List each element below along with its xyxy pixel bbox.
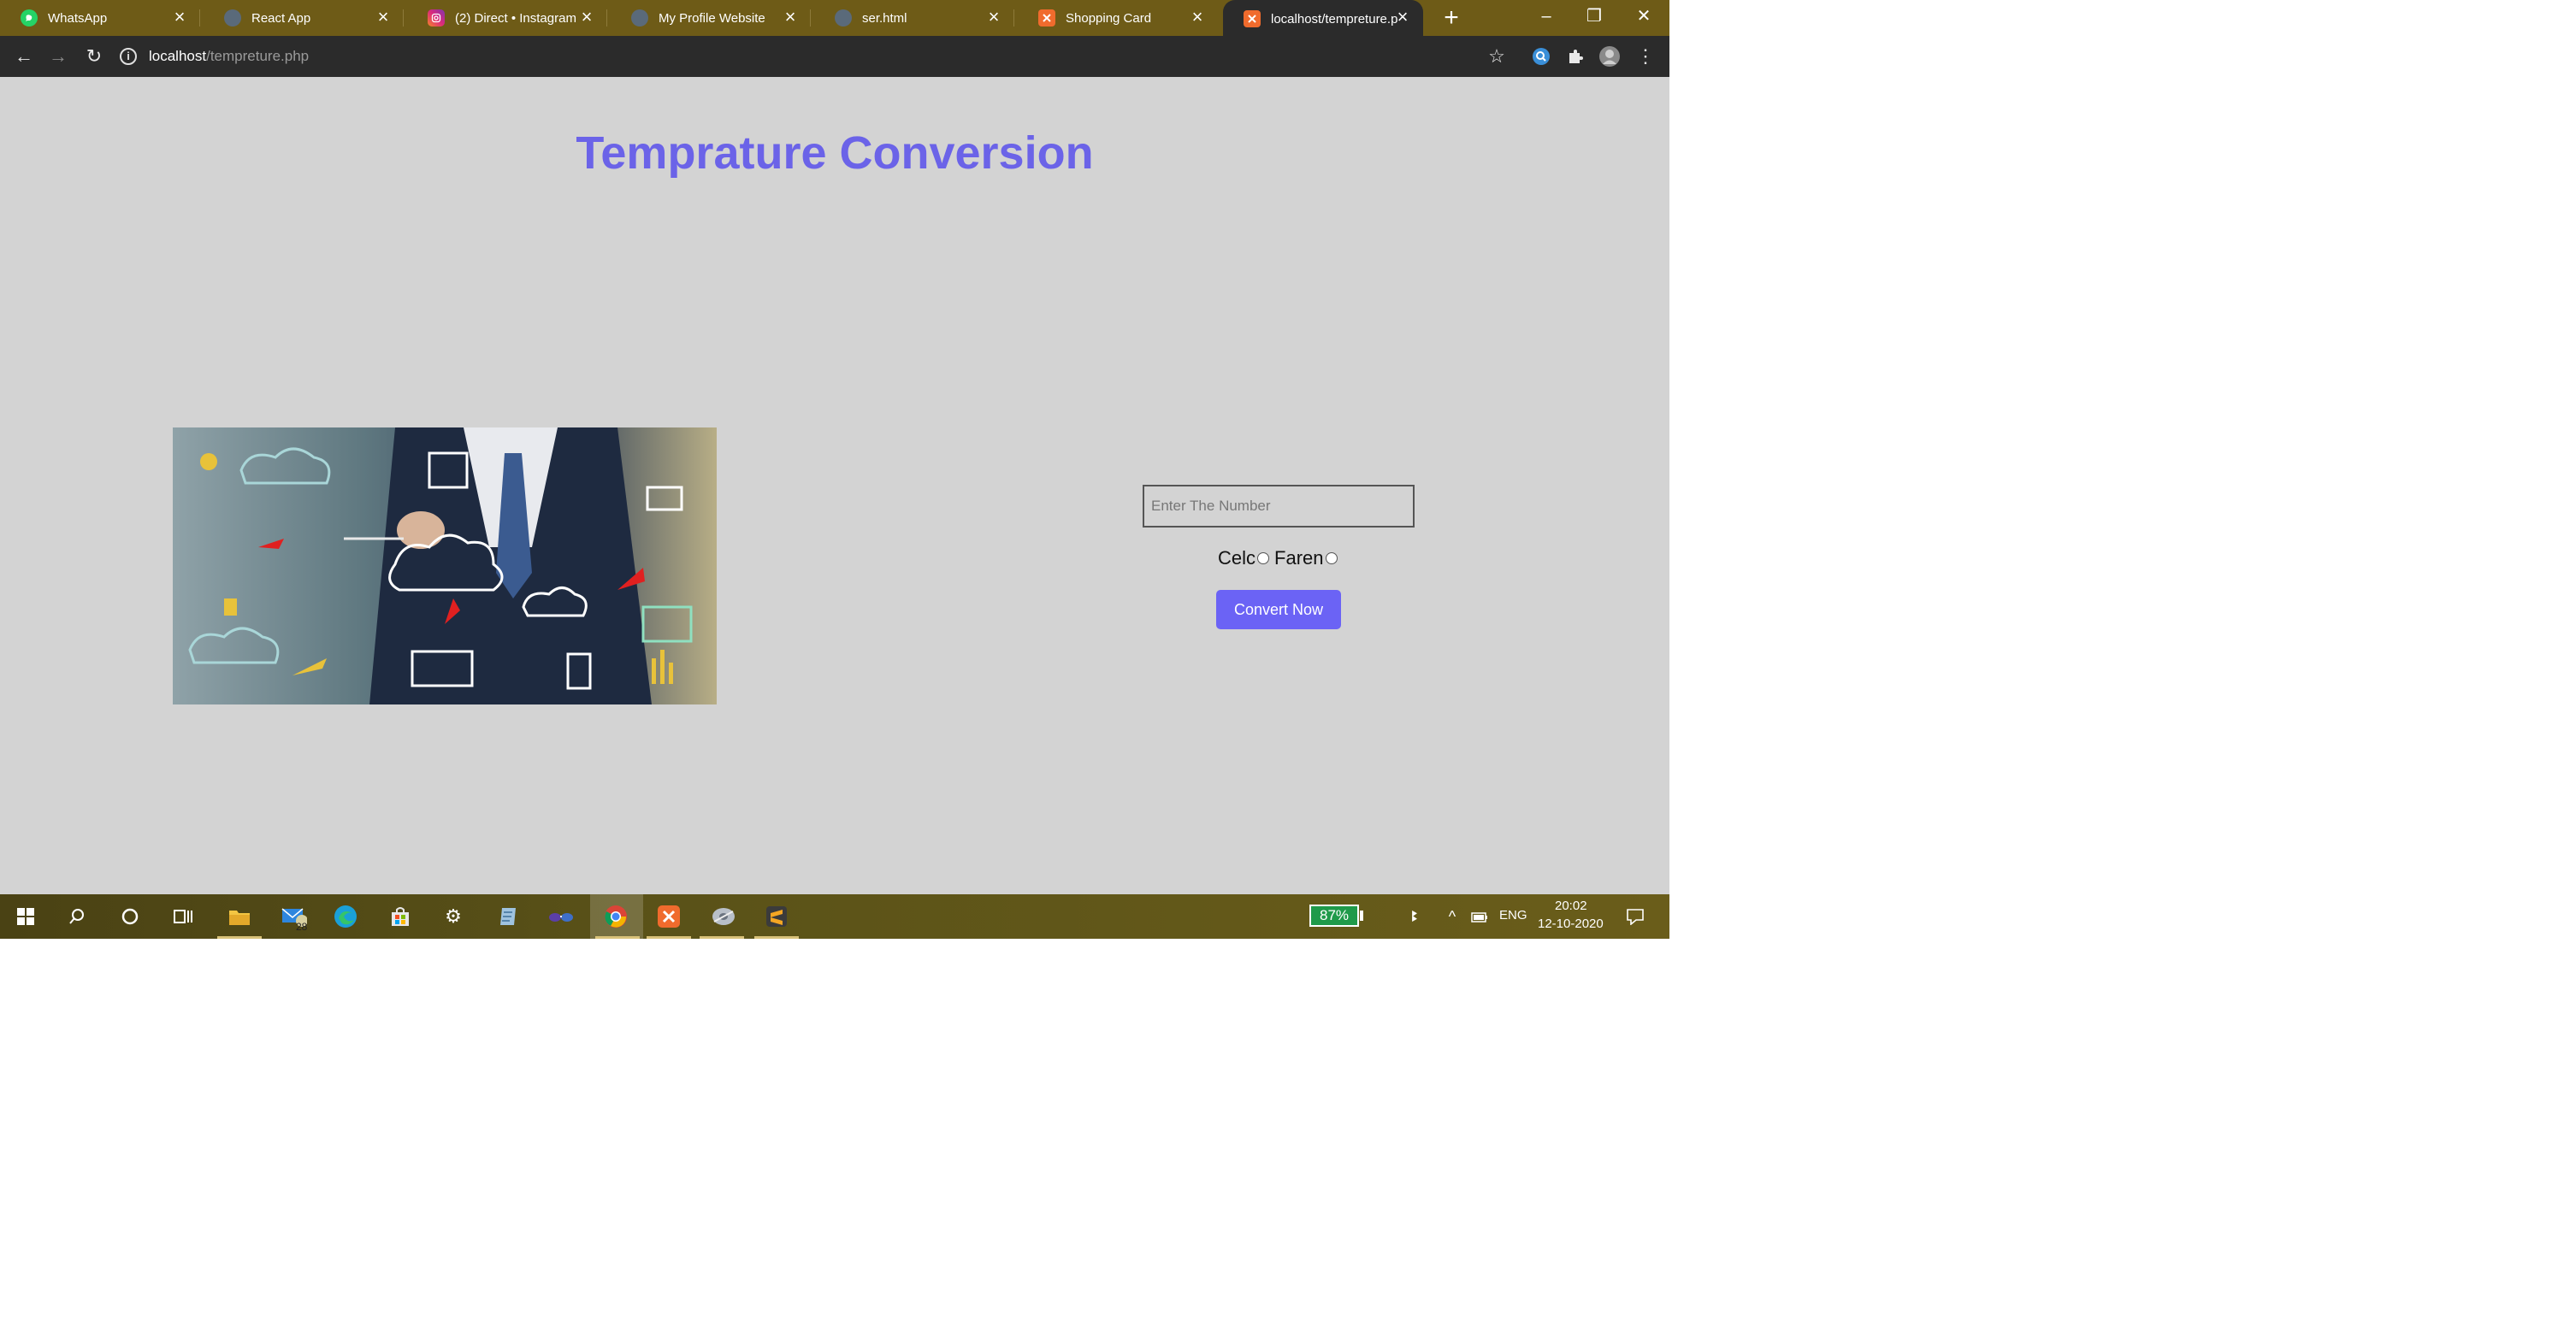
tab-separator	[810, 9, 811, 27]
tab-react-app[interactable]: React App ×	[204, 0, 404, 36]
tab-localhost-active[interactable]: localhost/tempreture.p ×	[1223, 0, 1423, 38]
tab-separator	[1013, 9, 1014, 27]
tab-separator	[606, 9, 607, 27]
file-explorer-icon[interactable]	[224, 901, 255, 932]
cortana-icon[interactable]	[115, 901, 145, 932]
tab-title: (2) Direct • Instagram	[455, 10, 576, 26]
close-tab-icon[interactable]: ×	[375, 8, 392, 27]
xampp-icon	[1038, 9, 1055, 27]
reload-icon[interactable]: ↻	[82, 44, 106, 68]
settings-gear-icon[interactable]: ⚙	[438, 901, 469, 932]
instagram-icon	[428, 9, 445, 27]
faren-radio[interactable]	[1325, 552, 1338, 564]
clock-date[interactable]: 12-10-2020	[1538, 917, 1604, 931]
active-app-indicator	[754, 936, 799, 939]
new-tab-button[interactable]: +	[1439, 5, 1463, 31]
clock-time[interactable]: 20:02	[1555, 899, 1587, 913]
tab-instagram[interactable]: (2) Direct • Instagram ×	[407, 0, 607, 36]
close-tab-icon[interactable]: ×	[171, 8, 188, 27]
tab-title: ser.html	[862, 10, 907, 26]
number-input[interactable]	[1143, 485, 1415, 528]
close-tab-icon[interactable]: ×	[1189, 8, 1206, 27]
tab-title: React App	[251, 10, 311, 26]
restore-icon[interactable]: ❐	[1577, 3, 1611, 29]
tab-whatsapp[interactable]: WhatsApp ×	[0, 0, 200, 36]
forward-icon[interactable]: →	[46, 44, 70, 68]
page-title: Temprature Conversion	[576, 127, 1094, 179]
tab-title: Shopping Card	[1066, 10, 1152, 26]
chevron-up-icon[interactable]: ^	[1437, 901, 1468, 932]
globe-icon	[224, 9, 241, 27]
store-icon[interactable]	[385, 901, 416, 932]
minimize-icon[interactable]: –	[1529, 3, 1563, 29]
people-icon[interactable]: ꔪ	[1399, 901, 1430, 932]
xampp-icon	[1244, 10, 1261, 27]
language-indicator[interactable]: ENG	[1499, 908, 1527, 923]
mail-badge: 28	[296, 921, 308, 933]
tab-title: localhost/tempreture.p	[1271, 11, 1398, 27]
screen: WhatsApp × React App × (2) Direct • Inst…	[0, 0, 1669, 939]
tab-ser-html[interactable]: ser.html ×	[814, 0, 1014, 36]
tab-title: My Profile Website	[659, 10, 765, 26]
convert-now-button[interactable]: Convert Now	[1216, 590, 1341, 629]
search-icon[interactable]	[62, 901, 92, 932]
close-tab-icon[interactable]: ×	[782, 8, 799, 27]
notes-app-icon[interactable]	[493, 901, 523, 932]
battery-indicator[interactable]: 87%	[1309, 905, 1359, 927]
close-tab-icon[interactable]: ×	[1394, 8, 1411, 27]
hero-image	[173, 427, 717, 704]
chrome-icon[interactable]	[600, 901, 631, 932]
close-tab-icon[interactable]: ×	[578, 8, 595, 27]
mail-icon[interactable]: 28	[279, 901, 310, 933]
power-status-icon[interactable]	[1464, 901, 1495, 932]
xampp-app-icon[interactable]	[653, 901, 684, 932]
active-app-indicator	[217, 936, 262, 939]
glasses-app-icon[interactable]	[546, 901, 576, 932]
extension-search-icon[interactable]	[1529, 44, 1553, 68]
tab-separator	[403, 9, 404, 27]
tab-title: WhatsApp	[48, 10, 108, 26]
globe-icon	[631, 9, 648, 27]
tab-strip: WhatsApp × React App × (2) Direct • Inst…	[0, 0, 1669, 38]
celc-radio[interactable]	[1257, 552, 1270, 564]
whatsapp-icon	[21, 9, 38, 27]
notification-center-icon[interactable]	[1620, 901, 1651, 932]
windows-start-icon[interactable]	[10, 901, 41, 932]
url-path: /tempreture.php	[206, 48, 310, 64]
browser-toolbar: ← → ↻ i localhost/tempreture.php ☆ ⋮	[0, 36, 1669, 77]
unit-radio-group: Celc Faren	[1218, 547, 1343, 569]
bookmark-star-icon[interactable]: ☆	[1485, 44, 1509, 68]
globe-icon	[835, 9, 852, 27]
faren-label: Faren	[1274, 547, 1324, 569]
tab-shopping-card[interactable]: Shopping Card ×	[1018, 0, 1218, 36]
url-host: localhost	[149, 48, 207, 64]
tab-my-profile[interactable]: My Profile Website ×	[611, 0, 811, 36]
tab-separator	[199, 9, 200, 27]
windows-taskbar: 28 ⚙ 87% ꔪ ^ ENG 20:02 12-10-2020	[0, 894, 1669, 939]
disk-app-icon[interactable]	[708, 901, 739, 932]
address-bar[interactable]: i localhost/tempreture.php	[120, 41, 1497, 72]
menu-kebab-icon[interactable]: ⋮	[1634, 44, 1657, 68]
active-app-indicator	[700, 936, 744, 939]
celc-label: Celc	[1218, 547, 1256, 569]
active-app-indicator	[595, 936, 640, 939]
sublime-text-icon[interactable]	[761, 901, 792, 932]
battery-tip	[1360, 911, 1363, 921]
extensions-puzzle-icon[interactable]	[1563, 44, 1587, 68]
profile-avatar[interactable]	[1598, 44, 1622, 68]
info-icon[interactable]: i	[120, 48, 137, 65]
back-icon[interactable]: ←	[12, 44, 36, 68]
task-view-icon[interactable]	[168, 901, 198, 932]
close-tab-icon[interactable]: ×	[985, 8, 1002, 27]
close-window-icon[interactable]: ✕	[1627, 3, 1661, 29]
edge-icon[interactable]	[330, 901, 361, 932]
active-app-indicator	[647, 936, 691, 939]
